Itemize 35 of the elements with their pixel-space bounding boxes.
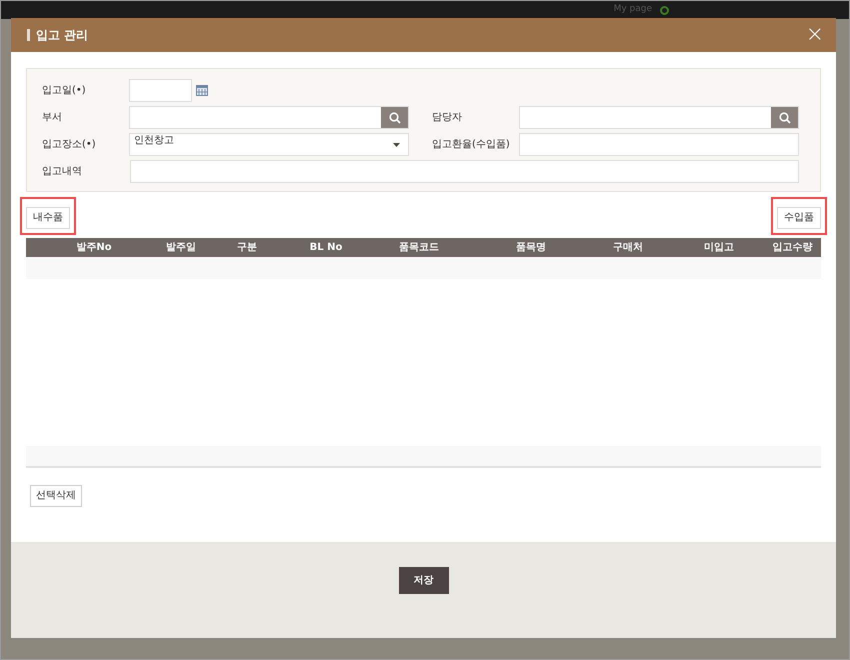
dialog-title: 입고 관리	[36, 27, 88, 44]
input-field[interactable]	[129, 79, 192, 102]
input-field[interactable]	[519, 133, 799, 156]
search-icon	[778, 112, 790, 124]
search-button[interactable]	[381, 107, 408, 128]
column-header: 발주No	[75, 241, 113, 255]
column-header: 입고수량	[772, 241, 814, 255]
input-field[interactable]	[130, 160, 799, 183]
type-button[interactable]: 내수품	[26, 206, 70, 229]
column-header: 구매처	[612, 241, 644, 255]
field-label: 입고일(•)	[42, 84, 87, 98]
type-button[interactable]: 수입품	[777, 206, 821, 229]
column-header: 발주일	[165, 241, 197, 255]
save-button[interactable]: 저장	[398, 567, 448, 594]
close-button[interactable]: ×	[806, 24, 824, 46]
field-label: 입고내역	[42, 165, 83, 179]
column-header: 품목명	[515, 241, 547, 255]
search-icon	[388, 112, 400, 124]
search-input-field[interactable]	[519, 106, 799, 129]
search-button[interactable]	[771, 107, 798, 128]
column-header: BL No	[308, 241, 344, 255]
calendar-icon[interactable]	[196, 85, 208, 96]
column-header: 미입고	[703, 241, 735, 255]
caret-icon	[393, 143, 400, 147]
column-header: 구분	[236, 241, 258, 255]
title-bar-icon	[27, 29, 30, 41]
field-label: 입고환율(수입품)	[432, 138, 511, 152]
power-icon[interactable]	[660, 6, 669, 14]
field-label: 부서	[42, 111, 63, 125]
column-header: 품목코드	[398, 241, 440, 255]
search-input-field[interactable]	[129, 106, 409, 129]
delete-selected-button[interactable]: 선택삭제	[30, 484, 82, 506]
field-label: 담당자	[432, 111, 463, 125]
dropdown[interactable]: 인천창고	[129, 133, 409, 156]
field-label: 입고장소(•)	[42, 138, 97, 152]
